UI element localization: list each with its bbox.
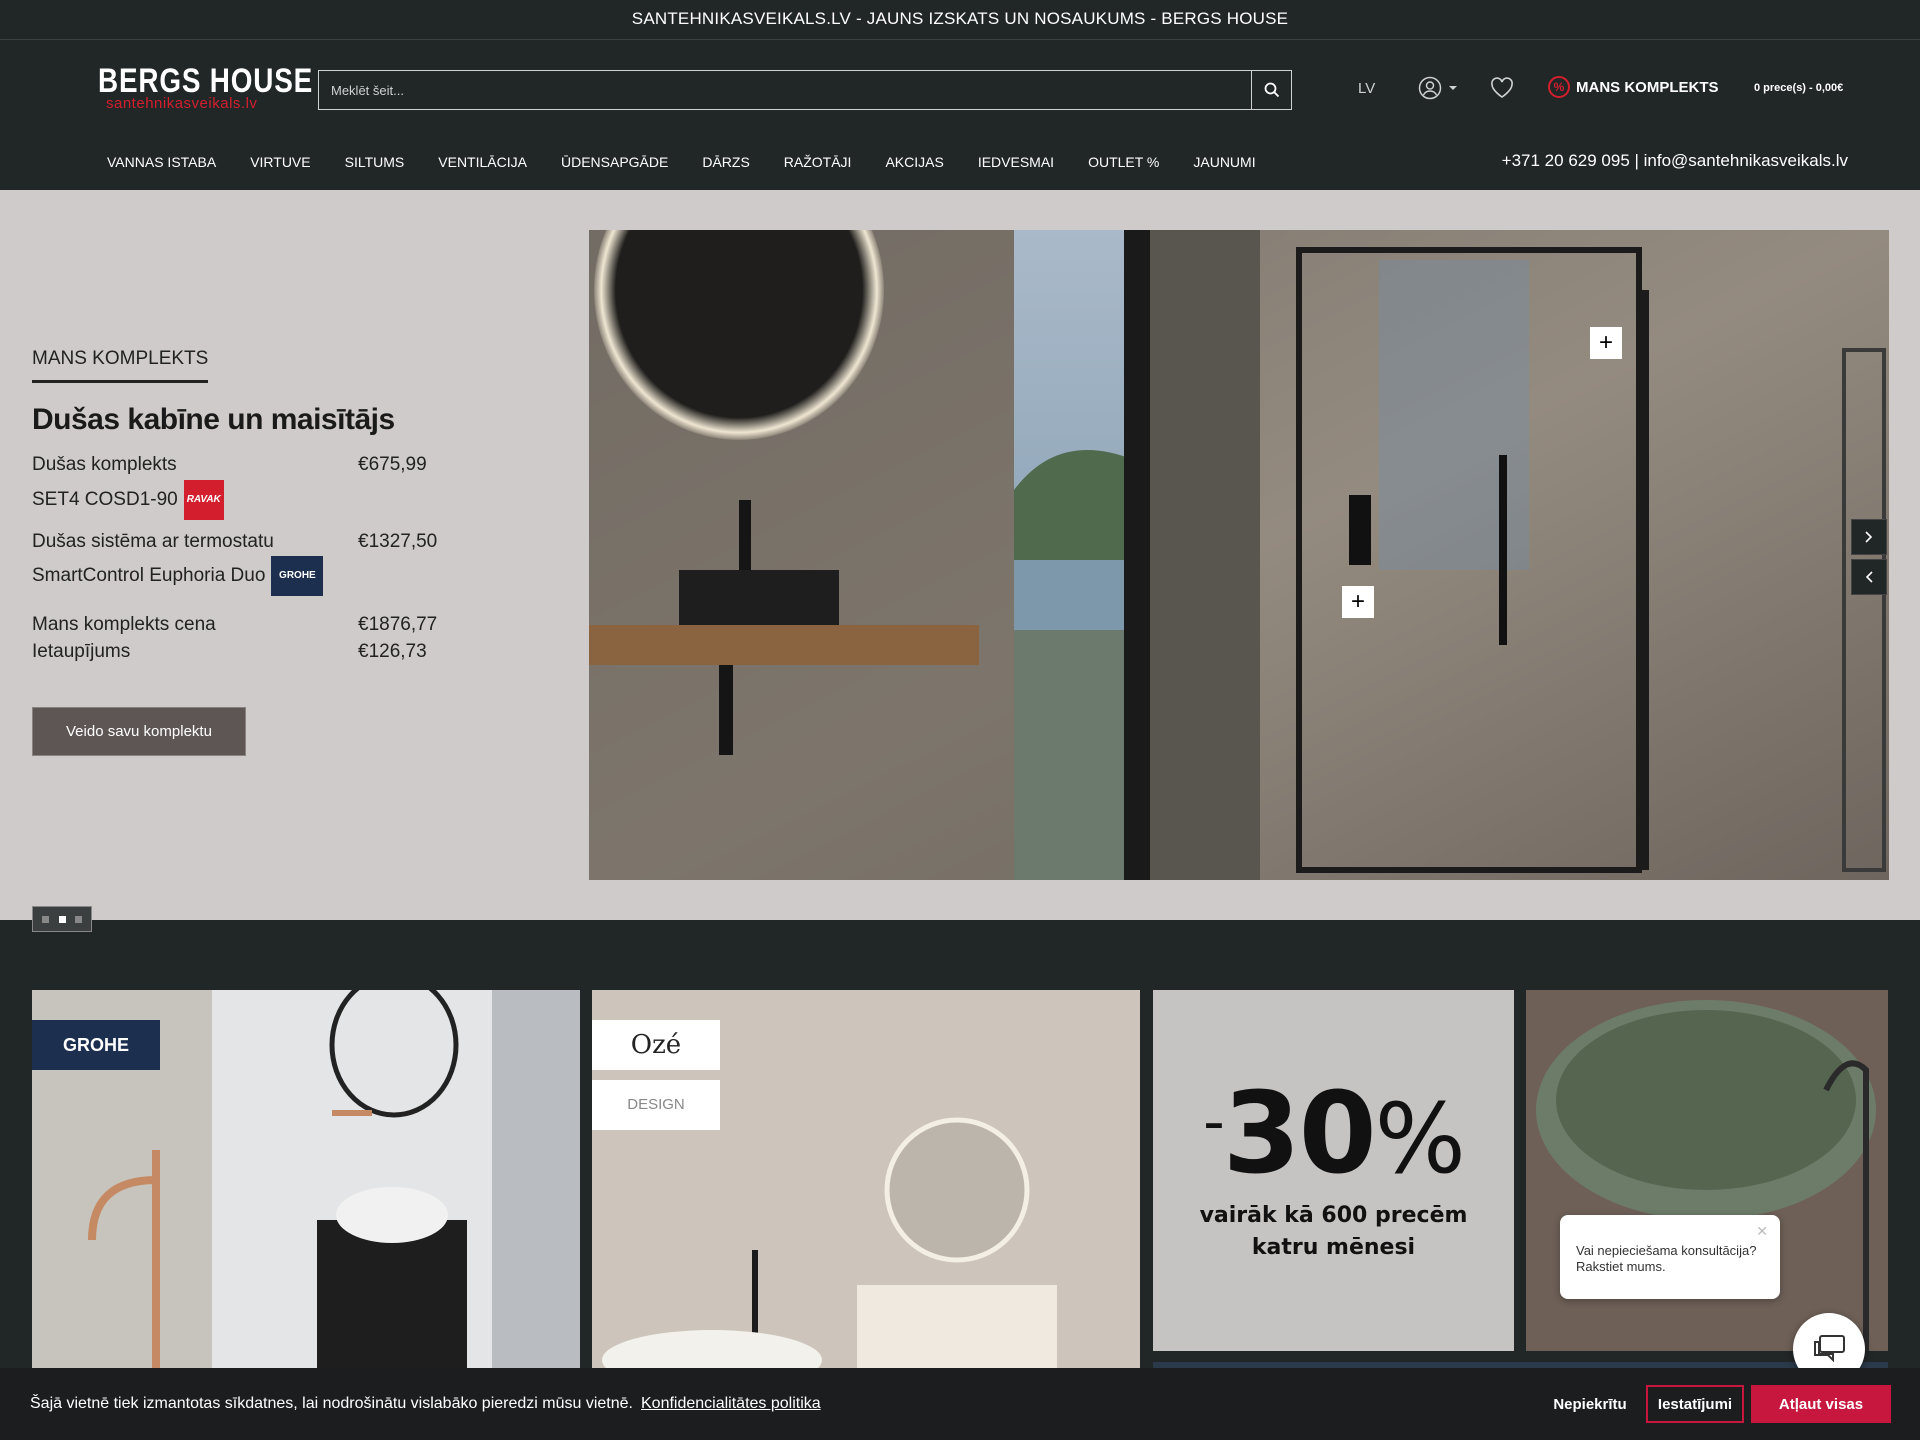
- grohe-logo: GROHE: [32, 1020, 160, 1070]
- nav-item-iedvesmai[interactable]: IEDVESMAI: [978, 154, 1054, 170]
- product-name: Dušas sistēma ar termostatu: [32, 530, 274, 552]
- discount-caption-line1: vairāk kā 600 precēm: [1199, 1202, 1468, 1228]
- close-icon[interactable]: ✕: [1756, 1223, 1768, 1241]
- cookie-text: Šajā vietnē tiek izmantotas sīkdatnes, l…: [30, 1395, 633, 1412]
- set-total-value: €1876,77: [358, 614, 438, 635]
- search-button[interactable]: [1251, 71, 1291, 109]
- set-product-item[interactable]: Dušas sistēma ar termostatu SmartControl…: [32, 528, 552, 596]
- discount-value: -30%: [1203, 1078, 1466, 1190]
- my-set-link[interactable]: % MANS KOMPLEKTS: [1548, 76, 1719, 98]
- slider-dot[interactable]: [74, 915, 82, 923]
- nav-item-ventilacija[interactable]: VENTILĀCIJA: [438, 154, 527, 170]
- set-savings-value: €126,73: [358, 640, 427, 662]
- slider-pagination: [32, 906, 92, 932]
- chevron-down-icon: [1449, 86, 1457, 90]
- discount-percent: %: [1374, 1082, 1466, 1195]
- nav-item-udensapgade[interactable]: ŪDENSAPGĀDE: [561, 154, 668, 170]
- site-header: BERGS HOUSE santehnikasveikals.lv LV % M…: [0, 40, 1920, 180]
- my-set-label: MANS KOMPLEKTS: [1576, 78, 1719, 96]
- logo-main-text: BERGS HOUSE: [98, 62, 314, 100]
- wishlist-button[interactable]: [1490, 77, 1514, 104]
- search-input[interactable]: [319, 71, 1251, 109]
- product-price: €1327,50: [358, 530, 438, 552]
- user-icon: [1418, 76, 1442, 100]
- chat-icon: [1814, 1335, 1845, 1363]
- chat-prompt[interactable]: ✕ Vai nepieciešama konsultācija? Rakstie…: [1560, 1215, 1780, 1299]
- oze-promo-tile[interactable]: Ozé DESIGN: [592, 990, 1140, 1370]
- nav-item-siltums[interactable]: SILTUMS: [345, 154, 405, 170]
- cart-summary[interactable]: 0 prece(s) - 0,00€: [1754, 82, 1843, 94]
- slider-dot[interactable]: [42, 915, 50, 923]
- nav-item-akcijas[interactable]: AKCIJAS: [885, 154, 943, 170]
- main-navigation: VANNAS ISTABA VIRTUVE SILTUMS VENTILĀCIJ…: [107, 154, 1290, 170]
- slider-dot-active[interactable]: [58, 915, 66, 923]
- account-menu[interactable]: [1418, 76, 1458, 100]
- ravak-logo: RAVAK: [183, 479, 224, 520]
- set-total-row: Mans komplekts cena €1876,77: [32, 612, 552, 639]
- slider-prev-button[interactable]: [1851, 559, 1887, 595]
- contact-info[interactable]: +371 20 629 095 | info@santehnikasveikal…: [1502, 151, 1848, 171]
- announcement-bar: SANTEHNIKASVEIKALS.LV - JAUNS IZSKATS UN…: [0, 0, 1920, 40]
- product-price: €675,99: [358, 454, 427, 475]
- cookie-allow-button[interactable]: Atļaut visas: [1751, 1385, 1891, 1423]
- set-section-label: MANS KOMPLEKTS: [32, 348, 209, 383]
- hero-bathroom-image: + +: [589, 230, 1889, 880]
- product-name: Dušas komplekts: [32, 454, 177, 475]
- set-total-label: Mans komplekts cena: [32, 614, 216, 635]
- percent-icon: %: [1548, 76, 1570, 98]
- set-title: Dušas kabīne un maisītājs: [32, 403, 395, 436]
- design-logo: DESIGN: [592, 1080, 720, 1130]
- oze-logo: Ozé: [592, 1020, 720, 1070]
- set-savings-label: Ietaupījums: [32, 640, 131, 662]
- cookie-deny-button[interactable]: Nepiekrītu: [1540, 1385, 1640, 1423]
- discount-number: 30: [1222, 1068, 1377, 1199]
- discount-promo-tile[interactable]: -30% vairāk kā 600 precēm katru mēnesi: [1153, 990, 1514, 1351]
- privacy-policy-link[interactable]: Konfidencialitātes politika: [641, 1395, 821, 1413]
- nav-item-outlet[interactable]: OUTLET %: [1088, 154, 1159, 170]
- discount-caption: vairāk kā 600 precēm katru mēnesi: [1200, 1200, 1468, 1264]
- slider-next-button[interactable]: [1851, 519, 1887, 555]
- grohe-promo-tile[interactable]: GROHE: [32, 990, 580, 1370]
- set-savings-row: Ietaupījums €126,73: [32, 639, 552, 666]
- discount-minus: -: [1203, 1086, 1225, 1157]
- nav-item-virtuve[interactable]: VIRTUVE: [250, 154, 310, 170]
- search-bar: [318, 70, 1292, 110]
- product-model: SmartControl Euphoria Duo: [32, 565, 266, 587]
- nav-item-darzs[interactable]: DĀRZS: [702, 154, 749, 170]
- search-icon: [1264, 82, 1279, 98]
- language-selector[interactable]: LV: [1358, 80, 1375, 97]
- cookie-settings-button[interactable]: Iestatījumi: [1646, 1385, 1744, 1423]
- bathroom-scene: [589, 230, 1889, 880]
- grohe-logo: GROHE: [271, 556, 324, 596]
- product-model: SET4 COSD1-90: [32, 488, 178, 510]
- build-set-button[interactable]: Veido savu komplektu: [32, 707, 246, 757]
- hotspot-plus-button[interactable]: +: [1342, 586, 1374, 618]
- nav-item-vannas-istaba[interactable]: VANNAS ISTABA: [107, 154, 216, 170]
- hero-slider: MANS KOMPLEKTS Dušas kabīne un maisītājs…: [0, 190, 1920, 920]
- hotspot-plus-button[interactable]: +: [1590, 327, 1622, 359]
- chevron-right-icon: [1865, 531, 1873, 543]
- nav-item-jaunumi[interactable]: JAUNUMI: [1193, 154, 1255, 170]
- chat-message: Vai nepieciešama konsultācija? Rakstiet …: [1576, 1243, 1757, 1275]
- site-logo[interactable]: BERGS HOUSE santehnikasveikals.lv: [98, 62, 314, 112]
- heart-icon: [1491, 77, 1513, 98]
- set-details: MANS KOMPLEKTS Dušas kabīne un maisītājs…: [32, 348, 552, 757]
- discount-caption-line2: katru mēnesi: [1251, 1234, 1416, 1260]
- set-product-item[interactable]: Dušas komplekts SET4 COSD1-90 RAVAK €675,…: [32, 451, 552, 520]
- nav-item-razotaji[interactable]: RAŽOTĀJI: [784, 154, 852, 170]
- chevron-left-icon: [1865, 571, 1873, 583]
